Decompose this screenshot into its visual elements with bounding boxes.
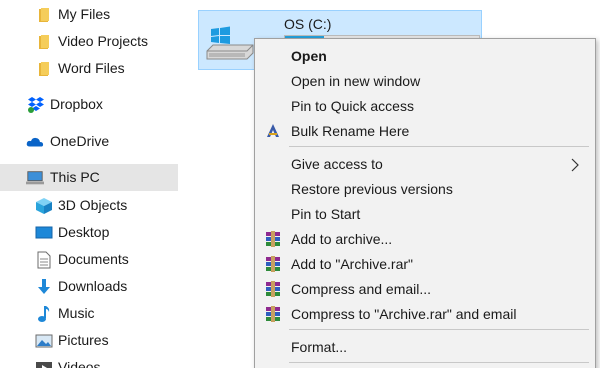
file-explorer-window: My Files Video Projects Word Files Dropb… — [0, 0, 600, 368]
menu-item-add-to-archive[interactable]: Add to archive... — [257, 227, 593, 252]
menu-item-label: Format... — [291, 339, 348, 355]
navigation-pane: My Files Video Projects Word Files Dropb… — [0, 0, 178, 368]
sidebar-item-label: My Files — [58, 6, 111, 22]
sidebar-item-dropbox[interactable]: Dropbox — [0, 91, 178, 118]
winrar-icon — [265, 256, 281, 272]
sidebar-item-label: Videos — [58, 359, 101, 368]
menu-item-label: Add to "Archive.rar" — [291, 256, 413, 272]
download-icon — [35, 278, 53, 296]
sidebar-item-music[interactable]: Music — [0, 300, 178, 327]
bulk-rename-icon — [265, 123, 281, 139]
menu-item-compress-to-archive-and-email[interactable]: Compress to "Archive.rar" and email — [257, 302, 593, 327]
menu-separator — [289, 362, 589, 363]
windows-drive-icon — [205, 25, 255, 70]
menu-item-label: Add to archive... — [291, 231, 393, 247]
sidebar-item-this-pc[interactable]: This PC — [0, 164, 178, 191]
sidebar-item-label: Downloads — [58, 278, 128, 294]
sidebar-item-label: Video Projects — [58, 33, 149, 49]
menu-item-format[interactable]: Format... — [257, 335, 593, 360]
sidebar-item-label: Dropbox — [50, 96, 103, 112]
menu-item-label: Pin to Start — [291, 206, 361, 222]
sidebar-item-desktop[interactable]: Desktop — [0, 219, 178, 246]
menu-item-label: Bulk Rename Here — [291, 123, 410, 139]
folder-icon — [35, 33, 53, 51]
sidebar-item-label: Pictures — [58, 332, 109, 348]
winrar-icon — [265, 281, 281, 297]
menu-item-pin-to-start[interactable]: Pin to Start — [257, 202, 593, 227]
sidebar-item-label: Word Files — [58, 60, 125, 76]
menu-item-label: Pin to Quick access — [291, 98, 414, 114]
menu-separator — [289, 329, 589, 330]
folder-icon — [35, 60, 53, 78]
sidebar-item-label: OneDrive — [50, 133, 110, 149]
sidebar-item-onedrive[interactable]: OneDrive — [0, 128, 178, 155]
folder-icon — [35, 6, 53, 24]
sidebar-item-label: 3D Objects — [58, 197, 128, 213]
cube-icon — [35, 197, 53, 215]
menu-item-label: Give access to — [291, 156, 383, 172]
menu-separator — [289, 146, 589, 147]
computer-icon — [26, 169, 44, 187]
menu-item-label: Open in new window — [291, 73, 421, 89]
sidebar-item-my-files[interactable]: My Files — [0, 1, 178, 28]
menu-item-label: Compress to "Archive.rar" and email — [291, 306, 517, 322]
sidebar-item-video-projects[interactable]: Video Projects — [0, 28, 178, 55]
context-menu: Open Open in new window Pin to Quick acc… — [254, 38, 596, 368]
sidebar-item-label: Documents — [58, 251, 129, 267]
menu-item-open[interactable]: Open — [257, 44, 593, 69]
dropbox-icon — [27, 96, 45, 114]
sidebar-item-3d-objects[interactable]: 3D Objects — [0, 192, 178, 219]
menu-item-give-access-to[interactable]: Give access to — [257, 152, 593, 177]
drive-name: OS (C:) — [284, 16, 332, 32]
music-icon — [35, 305, 53, 323]
chevron-right-icon — [571, 158, 579, 172]
menu-item-restore-previous-versions[interactable]: Restore previous versions — [257, 177, 593, 202]
pictures-icon — [35, 332, 53, 350]
sidebar-item-pictures[interactable]: Pictures — [0, 327, 178, 354]
winrar-icon — [265, 231, 281, 247]
sidebar-item-label: This PC — [50, 169, 100, 185]
menu-item-pin-to-quick-access[interactable]: Pin to Quick access — [257, 94, 593, 119]
sidebar-item-videos[interactable]: Videos — [0, 354, 178, 368]
desktop-icon — [35, 224, 53, 242]
menu-item-add-to-archive-rar[interactable]: Add to "Archive.rar" — [257, 252, 593, 277]
winrar-icon — [265, 306, 281, 322]
menu-item-open-in-new-window[interactable]: Open in new window — [257, 69, 593, 94]
sidebar-item-label: Desktop — [58, 224, 110, 240]
video-icon — [35, 359, 53, 368]
menu-item-compress-and-email[interactable]: Compress and email... — [257, 277, 593, 302]
menu-item-label: Open — [291, 48, 327, 64]
sidebar-item-documents[interactable]: Documents — [0, 246, 178, 273]
menu-item-label: Restore previous versions — [291, 181, 453, 197]
menu-item-label: Compress and email... — [291, 281, 432, 297]
onedrive-icon — [26, 133, 44, 151]
sidebar-item-label: Music — [58, 305, 95, 321]
sidebar-item-word-files[interactable]: Word Files — [0, 55, 178, 82]
menu-item-bulk-rename[interactable]: Bulk Rename Here — [257, 119, 593, 144]
document-icon — [35, 251, 53, 269]
sidebar-item-downloads[interactable]: Downloads — [0, 273, 178, 300]
